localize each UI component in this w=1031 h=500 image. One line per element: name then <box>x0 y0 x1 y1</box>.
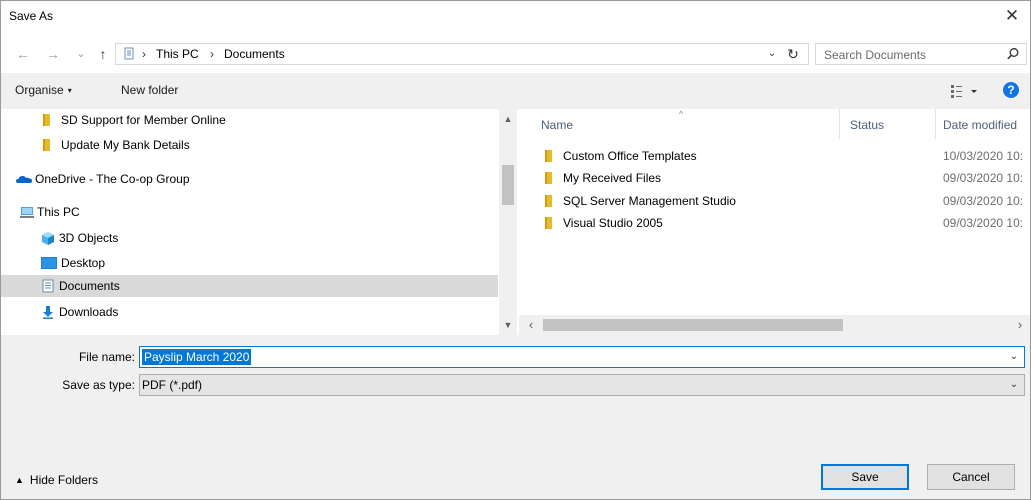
file-name: My Received Files <box>563 171 662 185</box>
column-header-status[interactable]: Status <box>840 109 935 139</box>
folder-icon <box>545 150 552 162</box>
this-pc-icon <box>124 47 134 60</box>
nav-item-3d-objects[interactable]: 3D Objects <box>1 227 498 249</box>
3d-objects-icon <box>42 232 54 245</box>
file-date: 09/03/2020 10: <box>943 216 1024 230</box>
breadcrumb-documents[interactable]: Documents <box>224 47 285 61</box>
navigation-pane[interactable]: SD Support for Member Online Update My B… <box>1 109 517 335</box>
list-item[interactable]: Custom Office Templates 10/03/2020 10: <box>519 145 1030 167</box>
breadcrumb-separator: › <box>210 47 214 61</box>
new-folder-button[interactable]: New folder <box>121 83 178 97</box>
window-title: Save As <box>9 9 54 23</box>
documents-icon <box>42 279 54 293</box>
breadcrumb-separator: › <box>142 47 146 61</box>
nav-item-label: Documents <box>59 279 120 293</box>
column-header-name[interactable]: Name <box>519 109 839 139</box>
downloads-icon <box>43 306 53 319</box>
this-pc-icon <box>20 207 34 218</box>
save-button[interactable]: Save <box>821 464 909 490</box>
list-item[interactable]: My Received Files 09/03/2020 10: <box>519 167 1030 189</box>
list-item[interactable]: Visual Studio 2005 09/03/2020 10: <box>519 212 1030 234</box>
scroll-left-icon[interactable]: ‹ <box>523 317 539 333</box>
recent-locations-icon[interactable]: ⌄ <box>73 46 89 62</box>
nav-item-onedrive[interactable]: OneDrive - The Co-op Group <box>1 168 498 190</box>
file-date: 09/03/2020 10: <box>943 194 1024 208</box>
folder-icon <box>545 217 552 229</box>
file-date: 09/03/2020 10: <box>943 171 1024 185</box>
command-toolbar: Organise ▾ New folder ? <box>1 73 1030 109</box>
file-date: 10/03/2020 10: <box>943 149 1024 163</box>
nav-item-update-bank[interactable]: Update My Bank Details <box>1 134 498 156</box>
file-name-field[interactable]: Payslip March 2020 ⌄ <box>139 346 1025 368</box>
cancel-button[interactable]: Cancel <box>927 464 1015 490</box>
folder-icon <box>43 114 50 126</box>
nav-item-this-pc[interactable]: This PC <box>1 201 498 223</box>
title-bar: Save As ✕ <box>1 1 1030 37</box>
file-name-input-value[interactable]: Payslip March 2020 <box>142 349 252 365</box>
search-box <box>815 43 1027 65</box>
scrollbar-thumb[interactable] <box>502 165 514 205</box>
save-as-type-label: Save as type: <box>62 378 135 392</box>
scroll-down-icon[interactable]: ▼ <box>499 317 517 333</box>
file-name: Visual Studio 2005 <box>563 216 663 230</box>
hide-folders-button[interactable]: ▲ Hide Folders <box>15 473 98 487</box>
chevron-down-icon[interactable]: ⌄ <box>1008 350 1020 364</box>
nav-item-label: Downloads <box>59 305 119 319</box>
breadcrumb-this-pc[interactable]: This PC <box>156 47 199 61</box>
change-view-icon[interactable] <box>951 83 981 99</box>
address-dropdown-icon[interactable]: ⌄ <box>766 47 778 61</box>
chevron-up-icon: ▲ <box>15 475 24 485</box>
save-as-dialog: Save As ✕ ← → ⌄ ↑ › This PC › Documents … <box>0 0 1031 500</box>
column-header-date-modified[interactable]: Date modified <box>936 109 1030 139</box>
nav-item-label: Update My Bank Details <box>61 138 190 152</box>
save-form: File name: Payslip March 2020 ⌄ Save as … <box>1 335 1030 499</box>
nav-item-label: Desktop <box>61 256 106 270</box>
nav-item-label: OneDrive - The Co-op Group <box>35 172 190 186</box>
address-bar[interactable]: › This PC › Documents ⌄ ↻ <box>115 43 809 65</box>
organise-label: Organise <box>15 83 64 97</box>
onedrive-icon <box>16 176 32 183</box>
address-row: ← → ⌄ ↑ › This PC › Documents ⌄ ↻ <box>1 37 1030 71</box>
scroll-right-icon[interactable]: › <box>1012 317 1028 333</box>
save-as-type-select[interactable]: PDF (*.pdf) ⌄ <box>139 374 1025 396</box>
nav-item-downloads[interactable]: Downloads <box>1 301 498 323</box>
desktop-icon <box>41 257 57 269</box>
organise-button[interactable]: Organise ▾ <box>15 83 72 97</box>
refresh-icon[interactable]: ↻ <box>784 45 802 63</box>
folder-icon <box>545 195 552 207</box>
nav-item-label: SD Support for Member Online <box>61 113 226 127</box>
list-item[interactable]: SQL Server Management Studio 09/03/2020 … <box>519 190 1030 212</box>
save-as-type-value: PDF (*.pdf) <box>142 378 203 392</box>
search-input[interactable] <box>822 46 996 64</box>
nav-item-label: This PC <box>37 205 80 219</box>
nav-item-documents[interactable]: Documents <box>1 275 498 297</box>
chevron-down-icon: ▾ <box>67 86 72 95</box>
folder-icon <box>43 139 50 151</box>
file-name: SQL Server Management Studio <box>563 194 736 208</box>
hide-folders-label: Hide Folders <box>29 473 98 487</box>
close-icon[interactable]: ✕ <box>1002 6 1022 26</box>
scrollbar-thumb[interactable] <box>543 319 843 331</box>
nav-pane-scrollbar[interactable]: ▲ ▼ <box>499 109 517 335</box>
search-icon[interactable] <box>1006 47 1020 61</box>
nav-item-desktop[interactable]: Desktop <box>1 252 498 274</box>
scroll-up-icon[interactable]: ▲ <box>499 111 517 127</box>
forward-arrow-icon[interactable]: → <box>45 46 61 62</box>
file-list[interactable]: ^ Name Status Date modified Custom Offic… <box>519 109 1030 315</box>
nav-item-sd-support[interactable]: SD Support for Member Online <box>1 109 498 131</box>
file-name-label: File name: <box>78 350 135 364</box>
help-icon[interactable]: ? <box>1003 82 1019 98</box>
folder-icon <box>545 172 552 184</box>
nav-item-label: 3D Objects <box>59 231 119 245</box>
back-arrow-icon[interactable]: ← <box>15 46 31 62</box>
up-arrow-icon[interactable]: ↑ <box>95 46 111 62</box>
file-name: Custom Office Templates <box>563 149 697 163</box>
chevron-down-icon[interactable]: ⌄ <box>1008 378 1020 392</box>
file-list-scrollbar[interactable]: ‹ › <box>519 315 1030 335</box>
